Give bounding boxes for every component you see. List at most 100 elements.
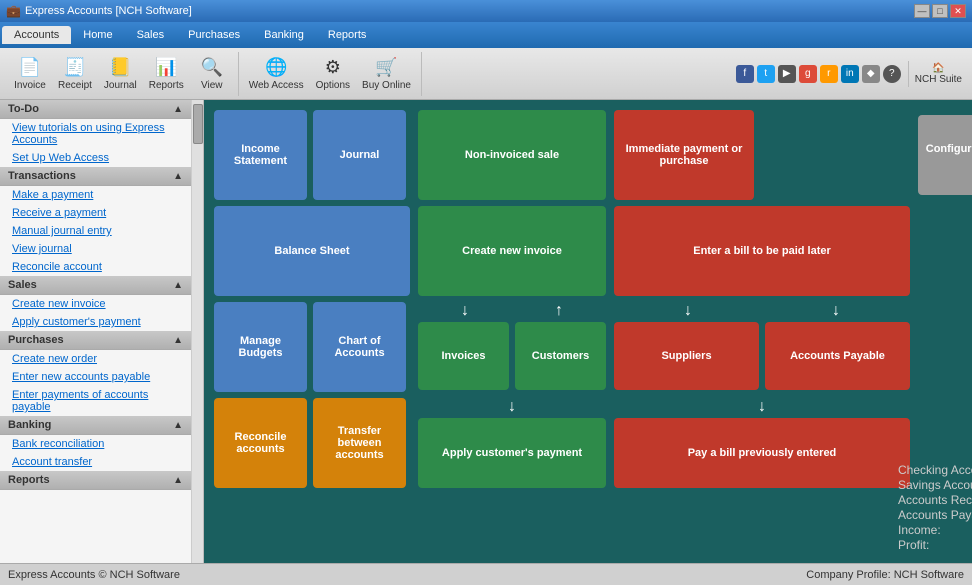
info-row-ap: Accounts Payable: $0.00 <box>898 508 972 522</box>
sidebar-item-enter-payments[interactable]: Enter payments of accounts payable <box>0 386 191 416</box>
suppliers-tile[interactable]: Suppliers <box>614 322 759 390</box>
collapse-banking-icon: ▲ <box>173 420 183 431</box>
toolbar-group-main: 📄 Invoice 🧾 Receipt 📒 Journal 📊 Reports … <box>4 52 239 96</box>
google-icon[interactable]: g <box>799 65 817 83</box>
main-content: Income Statement Journal Balance Sheet M… <box>204 100 972 563</box>
reports-icon: 📊 <box>155 57 177 78</box>
create-new-invoice-tile[interactable]: Create new invoice <box>418 206 606 296</box>
arrow-down-suppliers: ↓ <box>684 302 692 322</box>
sidebar-item-make-payment[interactable]: Make a payment <box>0 186 191 204</box>
sidebar-section-sales[interactable]: Sales ▲ <box>0 276 191 295</box>
sidebar-item-tutorials[interactable]: View tutorials on using Express Accounts <box>0 119 191 149</box>
sidebar-section-transactions[interactable]: Transactions ▲ <box>0 167 191 186</box>
manage-budgets-tile[interactable]: Manage Budgets <box>214 302 307 392</box>
balance-sheet-tile[interactable]: Balance Sheet <box>214 206 410 296</box>
rss-icon[interactable]: r <box>820 65 838 83</box>
info-panel: Checking Account: $1,046.50 Savings Acco… <box>898 463 972 553</box>
arrow-down-pay-bill: ↓ <box>614 398 910 416</box>
sidebar: To-Do ▲ View tutorials on using Express … <box>0 100 192 563</box>
menu-accounts[interactable]: Accounts <box>2 26 71 44</box>
invoice-icon: 📄 <box>19 57 41 78</box>
sidebar-section-todo[interactable]: To-Do ▲ <box>0 100 191 119</box>
sidebar-item-apply-payment[interactable]: Apply customer's payment <box>0 313 191 331</box>
menu-banking[interactable]: Banking <box>252 26 316 44</box>
sidebar-scrollbar[interactable] <box>192 100 204 563</box>
non-invoiced-sale-tile[interactable]: Non-invoiced sale <box>418 110 606 200</box>
configure-tile[interactable]: Configure Express Account (Options) <box>918 115 972 195</box>
collapse-todo-icon: ▲ <box>173 104 183 115</box>
immediate-payment-tile[interactable]: Immediate payment or purchase <box>614 110 754 200</box>
reports-button[interactable]: 📊 Reports <box>143 53 190 95</box>
help-icon[interactable]: ? <box>883 65 901 83</box>
pay-bill-tile[interactable]: Pay a bill previously entered <box>614 418 910 488</box>
arrow-down-customer-payment: ↓ <box>418 398 606 416</box>
web-access-button[interactable]: 🌐 Web Access <box>243 53 310 95</box>
sidebar-item-account-transfer[interactable]: Account transfer <box>0 453 191 471</box>
sidebar-item-web-access[interactable]: Set Up Web Access <box>0 149 191 167</box>
middle-column: Non-invoiced sale Create new invoice ↓ ↑ <box>418 110 606 553</box>
close-button[interactable]: ✕ <box>950 4 966 18</box>
options-icon: ⚙ <box>325 57 341 78</box>
sidebar-item-create-invoice[interactable]: Create new invoice <box>0 295 191 313</box>
menu-sales[interactable]: Sales <box>125 26 177 44</box>
apply-customer-payment-tile[interactable]: Apply customer's payment <box>418 418 606 488</box>
journal-tile[interactable]: Journal <box>313 110 406 200</box>
menu-home[interactable]: Home <box>71 26 124 44</box>
linkedin-icon[interactable]: in <box>841 65 859 83</box>
sidebar-section-reports[interactable]: Reports ▲ <box>0 471 191 490</box>
enter-bill-tile[interactable]: Enter a bill to be paid later <box>614 206 910 296</box>
status-bar: Express Accounts © NCH Software Company … <box>0 563 972 585</box>
buy-online-button[interactable]: 🛒 Buy Online <box>356 53 417 95</box>
sidebar-item-reconcile[interactable]: Reconcile account <box>0 258 191 276</box>
receipt-button[interactable]: 🧾 Receipt <box>52 53 98 95</box>
arrow-up-invoices: ↑ <box>555 302 563 322</box>
accounts-payable-tile[interactable]: Accounts Payable <box>765 322 910 390</box>
menu-purchases[interactable]: Purchases <box>176 26 252 44</box>
arrow-down-invoices: ↓ <box>461 302 469 322</box>
left-column: Income Statement Journal Balance Sheet M… <box>214 110 410 553</box>
nch-suite-button[interactable]: 🏠 NCH Suite <box>908 61 968 87</box>
sidebar-item-receive-payment[interactable]: Receive a payment <box>0 204 191 222</box>
sidebar-section-banking[interactable]: Banking ▲ <box>0 416 191 435</box>
options-button[interactable]: ⚙ Options <box>310 53 356 95</box>
facebook-icon[interactable]: f <box>736 65 754 83</box>
sidebar-item-manual-journal[interactable]: Manual journal entry <box>0 222 191 240</box>
customers-tile[interactable]: Customers <box>515 322 606 390</box>
twitter-icon[interactable]: t <box>757 65 775 83</box>
scroll-thumb[interactable] <box>193 104 203 144</box>
right-column: Immediate payment or purchase Enter a bi… <box>614 110 910 553</box>
info-row-income: Income: $70.00 <box>898 523 972 537</box>
sidebar-item-create-order[interactable]: Create new order <box>0 350 191 368</box>
view-button[interactable]: 🔍 View <box>190 53 234 95</box>
nch-suite-icon: 🏠 <box>932 63 944 74</box>
transfer-between-accounts-tile[interactable]: Transfer between accounts <box>313 398 406 488</box>
title-bar: 💼 Express Accounts [NCH Software] — □ ✕ <box>0 0 972 22</box>
social3-icon[interactable]: ▶ <box>778 65 796 83</box>
sidebar-item-bank-reconciliation[interactable]: Bank reconciliation <box>0 435 191 453</box>
info-row-profit: Profit: $48.00 <box>898 538 972 552</box>
minimize-button[interactable]: — <box>914 4 930 18</box>
maximize-button[interactable]: □ <box>932 4 948 18</box>
info-row-savings: Savings Account: $0.00 <box>898 478 972 492</box>
title-bar-controls: — □ ✕ <box>914 4 966 18</box>
journal-icon: 📒 <box>109 57 131 78</box>
sidebar-item-accounts-payable-enter[interactable]: Enter new accounts payable <box>0 368 191 386</box>
info-row-ar: Accounts Receivable: $11.00 <box>898 493 972 507</box>
sidebar-item-view-journal[interactable]: View journal <box>0 240 191 258</box>
app-icon: 💼 <box>6 4 21 18</box>
invoices-tile[interactable]: Invoices <box>418 322 509 390</box>
menu-bar: Accounts Home Sales Purchases Banking Re… <box>0 22 972 48</box>
journal-button[interactable]: 📒 Journal <box>98 53 143 95</box>
toolbar: 📄 Invoice 🧾 Receipt 📒 Journal 📊 Reports … <box>0 48 972 100</box>
chart-of-accounts-tile[interactable]: Chart of Accounts <box>313 302 406 392</box>
arrow-down-ap: ↓ <box>832 302 840 322</box>
view-icon: 🔍 <box>201 57 223 78</box>
social7-icon[interactable]: ◆ <box>862 65 880 83</box>
income-statement-tile[interactable]: Income Statement <box>214 110 307 200</box>
reconcile-accounts-tile[interactable]: Reconcile accounts <box>214 398 307 488</box>
invoice-button[interactable]: 📄 Invoice <box>8 53 52 95</box>
collapse-transactions-icon: ▲ <box>173 171 183 182</box>
menu-reports[interactable]: Reports <box>316 26 379 44</box>
sidebar-section-purchases[interactable]: Purchases ▲ <box>0 331 191 350</box>
title-bar-text: Express Accounts [NCH Software] <box>25 5 192 17</box>
